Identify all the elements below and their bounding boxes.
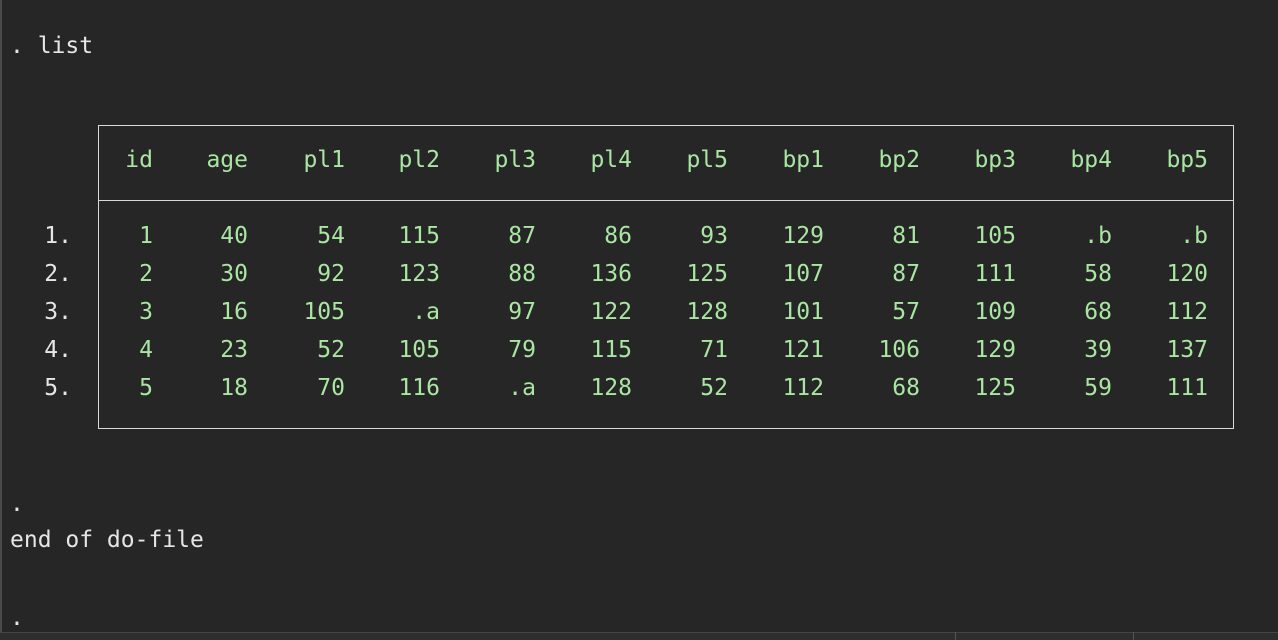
table-cell: 68 <box>1084 299 1112 325</box>
table-cell: 128 <box>686 299 728 325</box>
table-cell: .b <box>1180 223 1208 249</box>
table-cell: 115 <box>398 223 440 249</box>
table-cell: .a <box>412 299 440 325</box>
table-cell: 92 <box>317 261 345 287</box>
command-line: . list <box>10 33 94 59</box>
table-cell: 4 <box>139 337 153 363</box>
table-cell: .a <box>508 375 536 401</box>
table-cell: 125 <box>686 261 728 287</box>
table-cell: 40 <box>220 223 248 249</box>
table-cell: 87 <box>892 261 920 287</box>
table-cell: 59 <box>1084 375 1112 401</box>
table-cell: 105 <box>303 299 345 325</box>
table-cell: 16 <box>220 299 248 325</box>
table-cell: 81 <box>892 223 920 249</box>
table-cell: 121 <box>782 337 824 363</box>
table-cell: 129 <box>974 337 1016 363</box>
table-cell: 111 <box>974 261 1016 287</box>
table-cell: 136 <box>590 261 632 287</box>
table-cell: 79 <box>508 337 536 363</box>
table-cell: 57 <box>892 299 920 325</box>
column-header-pl4: pl4 <box>590 147 632 173</box>
column-header-pl3: pl3 <box>494 147 536 173</box>
table-cell: 93 <box>700 223 728 249</box>
column-header-bp1: bp1 <box>782 147 824 173</box>
table-cell: 137 <box>1166 337 1208 363</box>
header-separator <box>98 200 1234 201</box>
table-cell: 54 <box>317 223 345 249</box>
table-cell: 71 <box>700 337 728 363</box>
table-cell: 1 <box>139 223 153 249</box>
table-cell: 88 <box>508 261 536 287</box>
table-cell: 2 <box>139 261 153 287</box>
table-cell: 39 <box>1084 337 1112 363</box>
prompt-dot: . <box>10 491 24 517</box>
column-header-id: id <box>125 147 153 173</box>
table-cell: 23 <box>220 337 248 363</box>
table-cell: 111 <box>1166 375 1208 401</box>
column-header-bp4: bp4 <box>1070 147 1112 173</box>
column-header-bp5: bp5 <box>1166 147 1208 173</box>
results-console[interactable]: . list id age pl1 pl2 pl3 pl4 pl5 bp1 bp2 bp3 bp4 b… <box>0 0 1278 640</box>
table-cell: 122 <box>590 299 632 325</box>
column-header-pl2: pl2 <box>398 147 440 173</box>
table-cell: 68 <box>892 375 920 401</box>
column-header-bp3: bp3 <box>974 147 1016 173</box>
table-cell: .b <box>1084 223 1112 249</box>
table-cell: 112 <box>1166 299 1208 325</box>
status-bar-divider <box>1133 632 1134 640</box>
table-cell: 123 <box>398 261 440 287</box>
table-cell: 128 <box>590 375 632 401</box>
table-cell: 5 <box>139 375 153 401</box>
table-cell: 3 <box>139 299 153 325</box>
column-header-age: age <box>206 147 248 173</box>
table-cell: 97 <box>508 299 536 325</box>
table-cell: 105 <box>398 337 440 363</box>
table-cell: 87 <box>508 223 536 249</box>
table-cell: 115 <box>590 337 632 363</box>
table-cell: 30 <box>220 261 248 287</box>
table-cell: 70 <box>317 375 345 401</box>
end-of-do-file-message: end of do-file <box>10 527 204 553</box>
command-prompt[interactable]: . <box>10 604 24 632</box>
table-cell: 101 <box>782 299 824 325</box>
table-cell: 86 <box>604 223 632 249</box>
table-cell: 112 <box>782 375 824 401</box>
table-cell: 125 <box>974 375 1016 401</box>
table-cell: 129 <box>782 223 824 249</box>
table-cell: 18 <box>220 375 248 401</box>
column-header-pl1: pl1 <box>303 147 345 173</box>
column-header-pl5: pl5 <box>686 147 728 173</box>
status-bar-divider <box>955 632 956 640</box>
table-cell: 58 <box>1084 261 1112 287</box>
table-cell: 109 <box>974 299 1016 325</box>
status-bar <box>0 632 1278 640</box>
table-cell: 116 <box>398 375 440 401</box>
table-cell: 120 <box>1166 261 1208 287</box>
table-cell: 105 <box>974 223 1016 249</box>
table-cell: 52 <box>317 337 345 363</box>
table-cell: 106 <box>878 337 920 363</box>
column-header-bp2: bp2 <box>878 147 920 173</box>
table-cell: 52 <box>700 375 728 401</box>
table-cell: 107 <box>782 261 824 287</box>
